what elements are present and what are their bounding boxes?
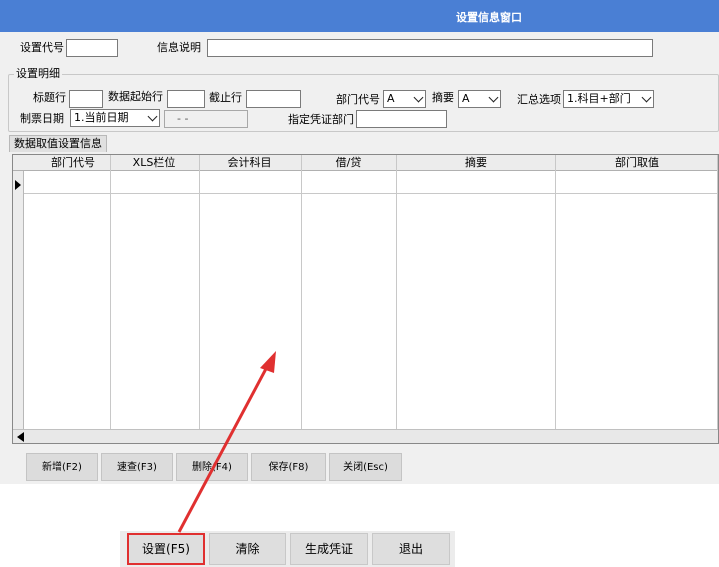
annotation-arrow (177, 351, 276, 533)
